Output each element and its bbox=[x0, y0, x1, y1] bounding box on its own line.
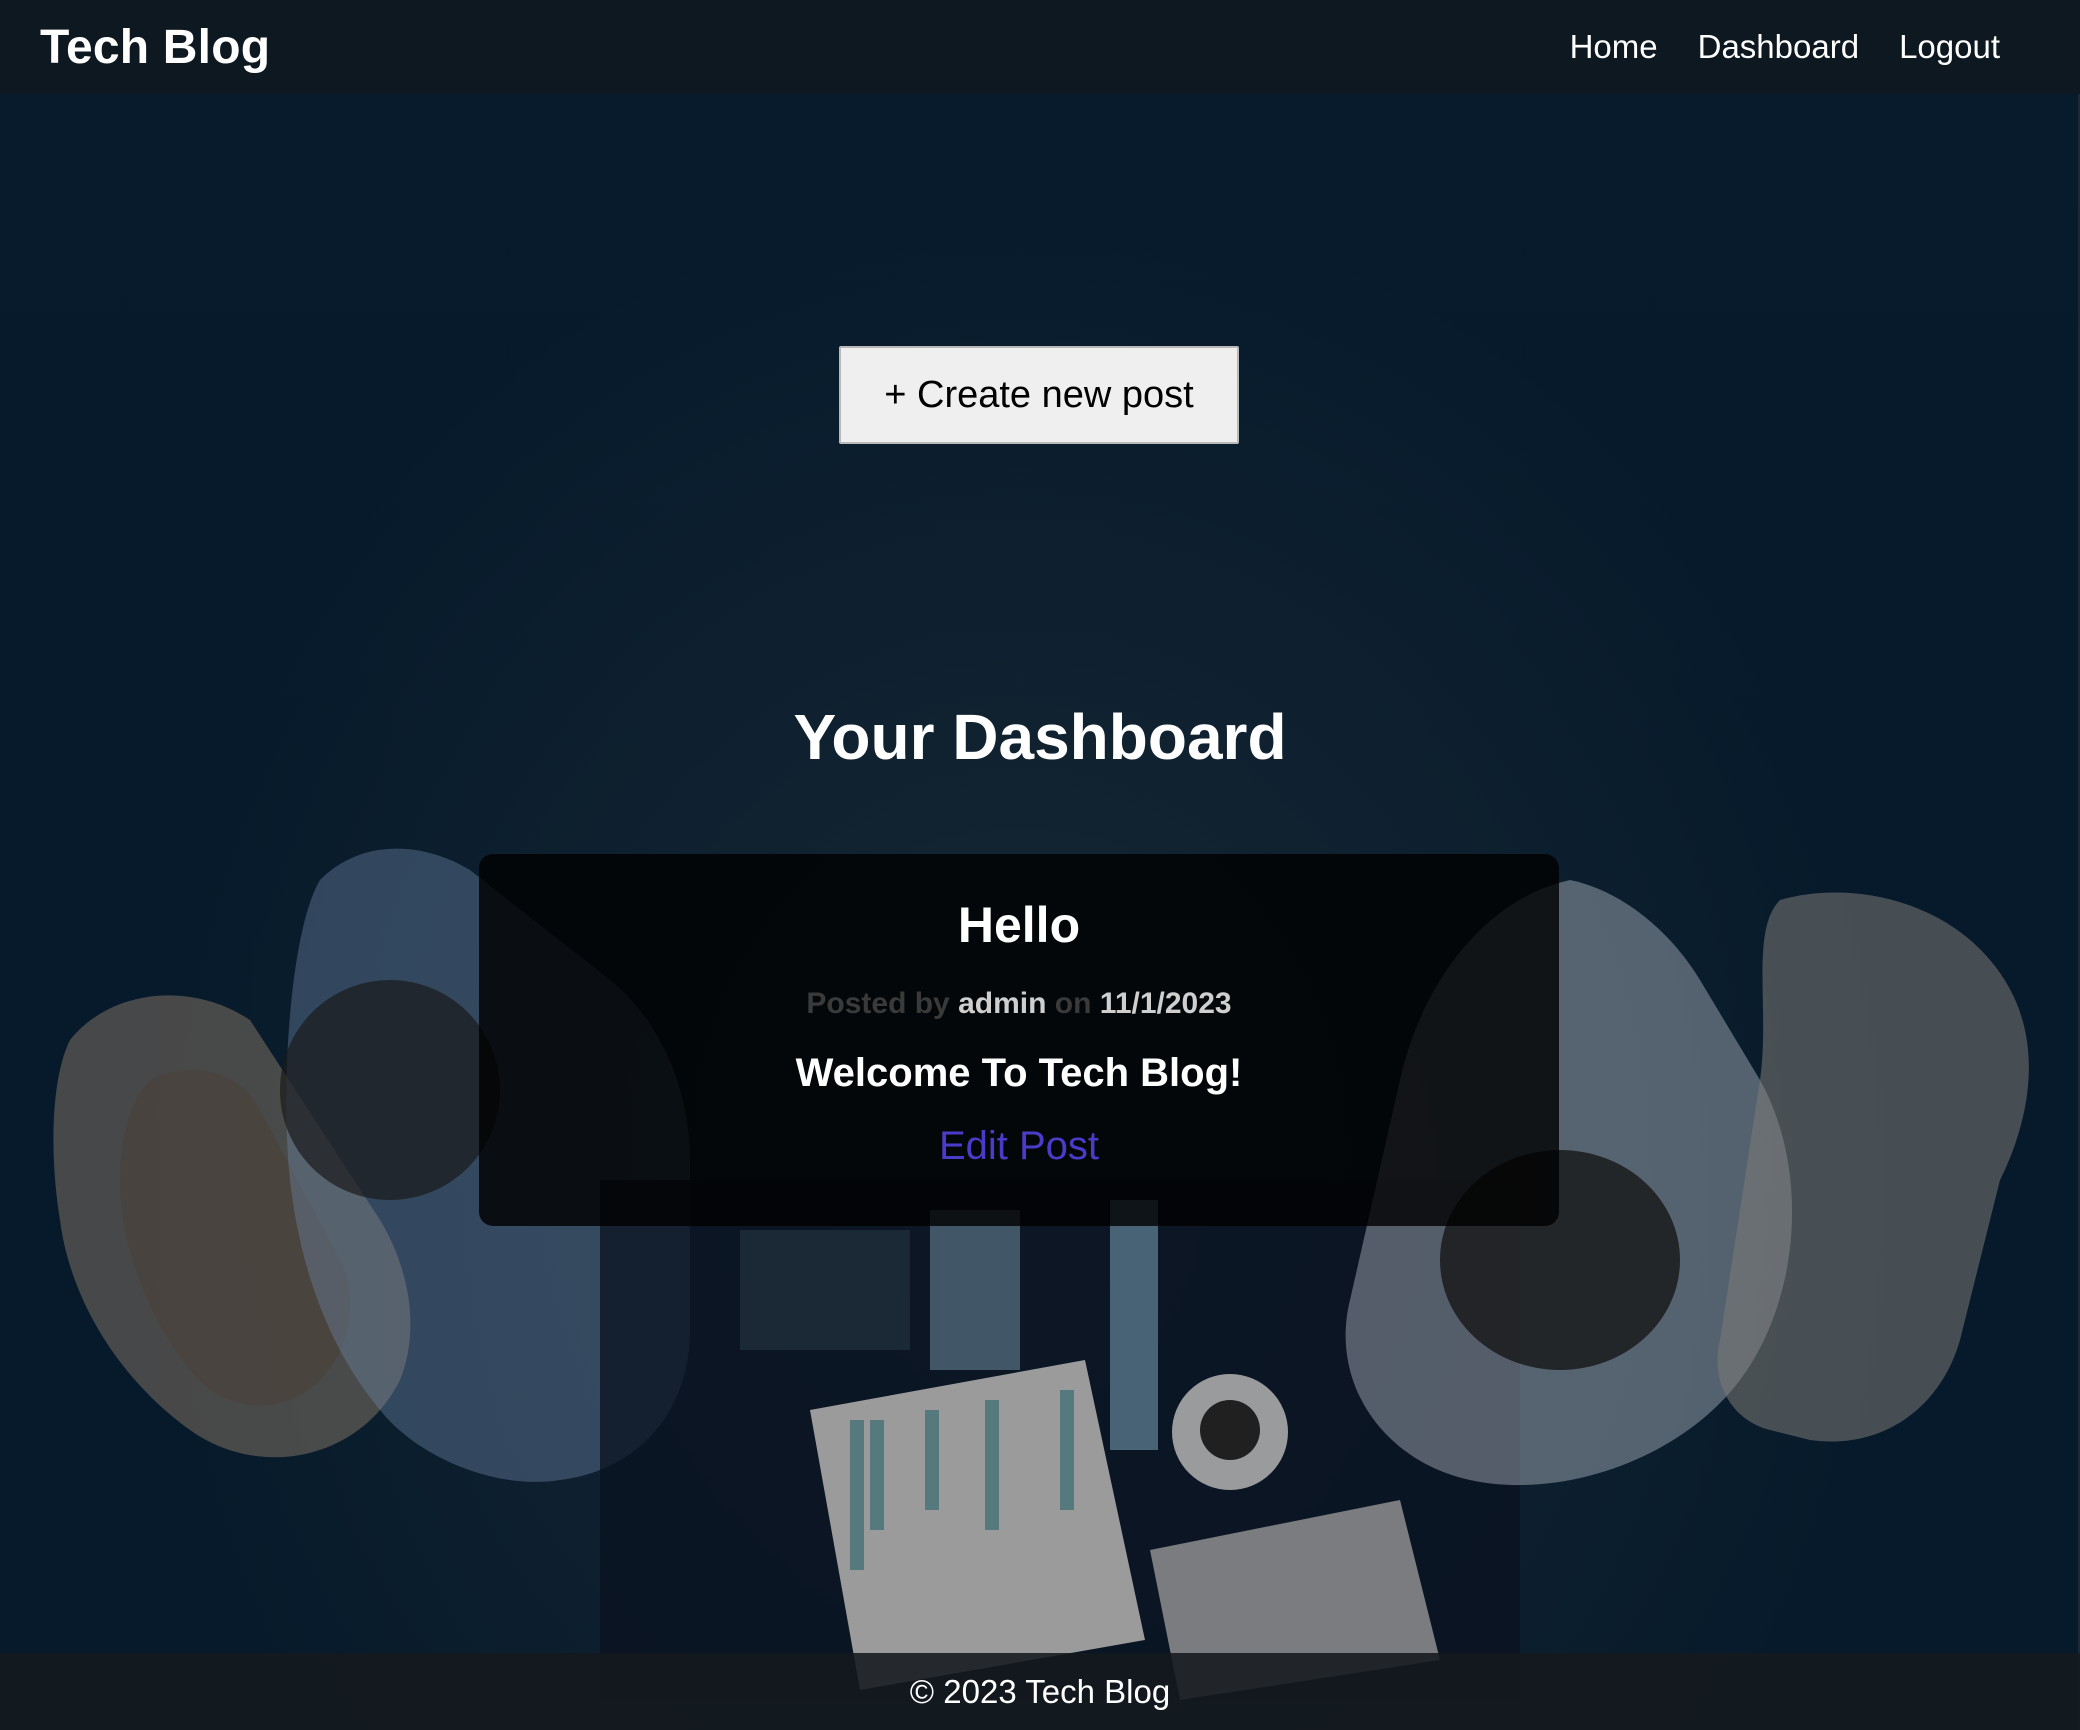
page-title: Your Dashboard bbox=[793, 701, 1287, 773]
nav-links: Home Dashboard Logout bbox=[1570, 28, 2000, 66]
post-meta-author: admin bbox=[958, 987, 1047, 1020]
top-nav: Tech Blog Home Dashboard Logout bbox=[0, 0, 2080, 94]
footer: © 2023 Tech Blog bbox=[0, 1653, 2080, 1730]
page: Tech Blog Home Dashboard Logout + Create… bbox=[0, 0, 2080, 1730]
post-meta-posted-by: Posted by bbox=[806, 987, 950, 1020]
nav-home-link[interactable]: Home bbox=[1570, 28, 1658, 66]
post-meta-date: 11/1/2023 bbox=[1099, 987, 1232, 1020]
edit-post-link[interactable]: Edit Post bbox=[939, 1124, 1099, 1169]
brand-title[interactable]: Tech Blog bbox=[40, 20, 270, 75]
post-title: Hello bbox=[957, 897, 1081, 953]
post-card: Hello Posted by admin on 11/1/2023 Welco… bbox=[479, 854, 1559, 1226]
post-meta-on: on bbox=[1054, 987, 1092, 1020]
post-body: Welcome To Tech Blog! bbox=[795, 1051, 1243, 1095]
footer-text: © 2023 Tech Blog bbox=[909, 1672, 1171, 1710]
create-new-post-button[interactable]: + Create new post bbox=[839, 346, 1239, 444]
post-meta: Posted by admin on 11/1/2023 bbox=[479, 987, 1559, 1021]
nav-logout-link[interactable]: Logout bbox=[1899, 28, 2000, 66]
nav-dashboard-link[interactable]: Dashboard bbox=[1698, 28, 1859, 66]
